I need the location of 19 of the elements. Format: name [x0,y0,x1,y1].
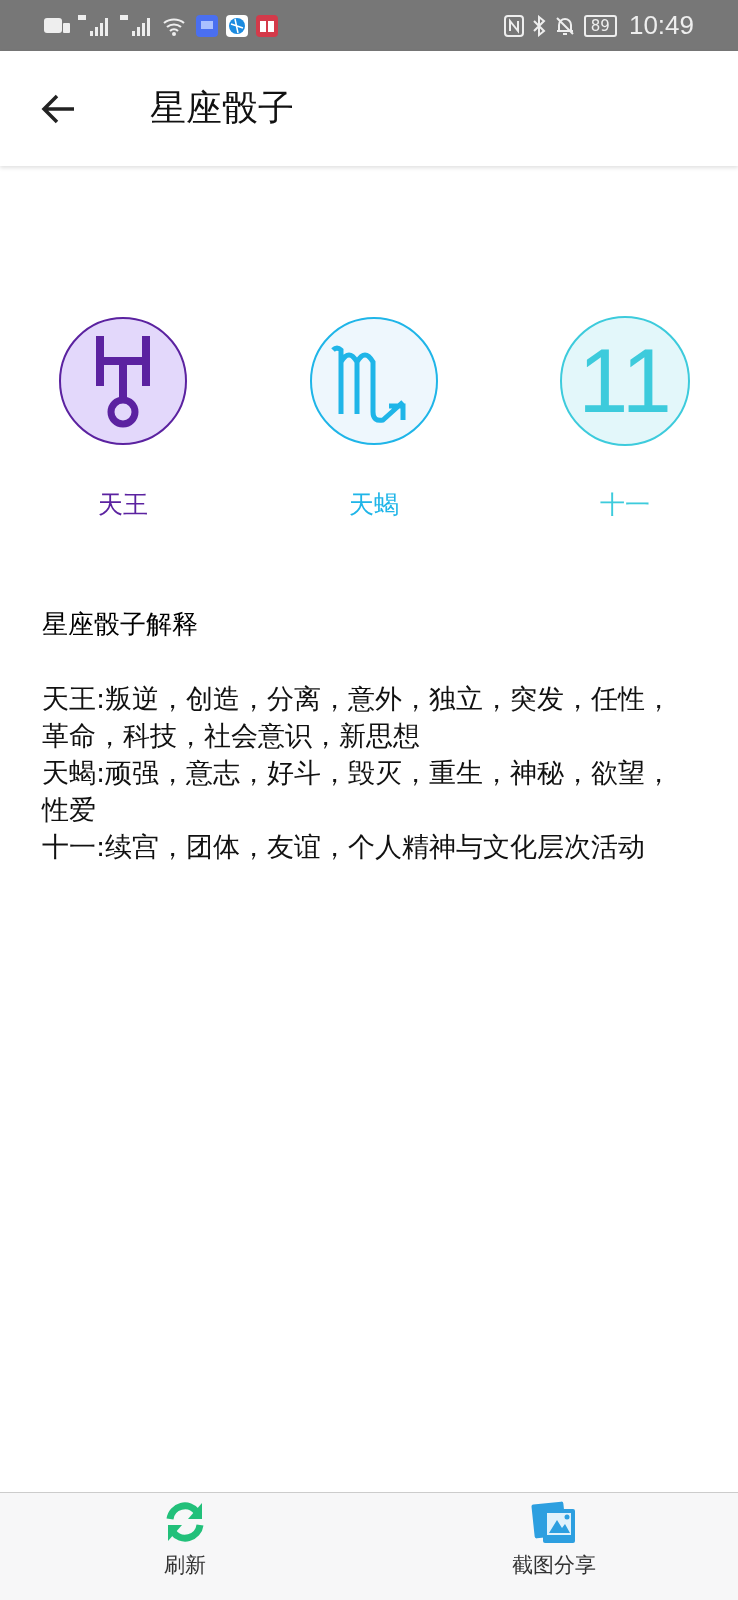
photos-icon [530,1499,577,1545]
explanation-title: 星座骰子解释 [42,608,199,641]
explanation-text: 天王:叛逆，创造，分离，意外，独立，突发，任性，革命，科技，社会意识，新思想 [42,682,674,753]
battery-icon: 89 [583,14,617,37]
explanation-text: 十一:续宫，团体，友谊，个人精神与文化层次活动 [42,830,647,864]
die-label: 十一 [600,489,650,521]
house-die: 11 [560,316,690,446]
die-label: 天蝎 [349,489,399,521]
globe-icon [226,14,248,37]
die-label: 天王 [98,489,148,521]
share-button[interactable]: 截图分享 [453,1493,654,1600]
clock: 10:49 [628,10,694,41]
refresh-button[interactable]: 刷新 [84,1493,285,1600]
bell-off-icon [553,14,576,37]
nfc-icon [503,14,524,37]
book-icon [256,14,278,37]
explanation-text: 天蝎:顽强，意志，好斗，毁灭，重生，神秘，欲望，性爱 [42,756,674,827]
bluetooth-icon [531,14,546,37]
screen-title: 星座骰子 [150,86,294,130]
